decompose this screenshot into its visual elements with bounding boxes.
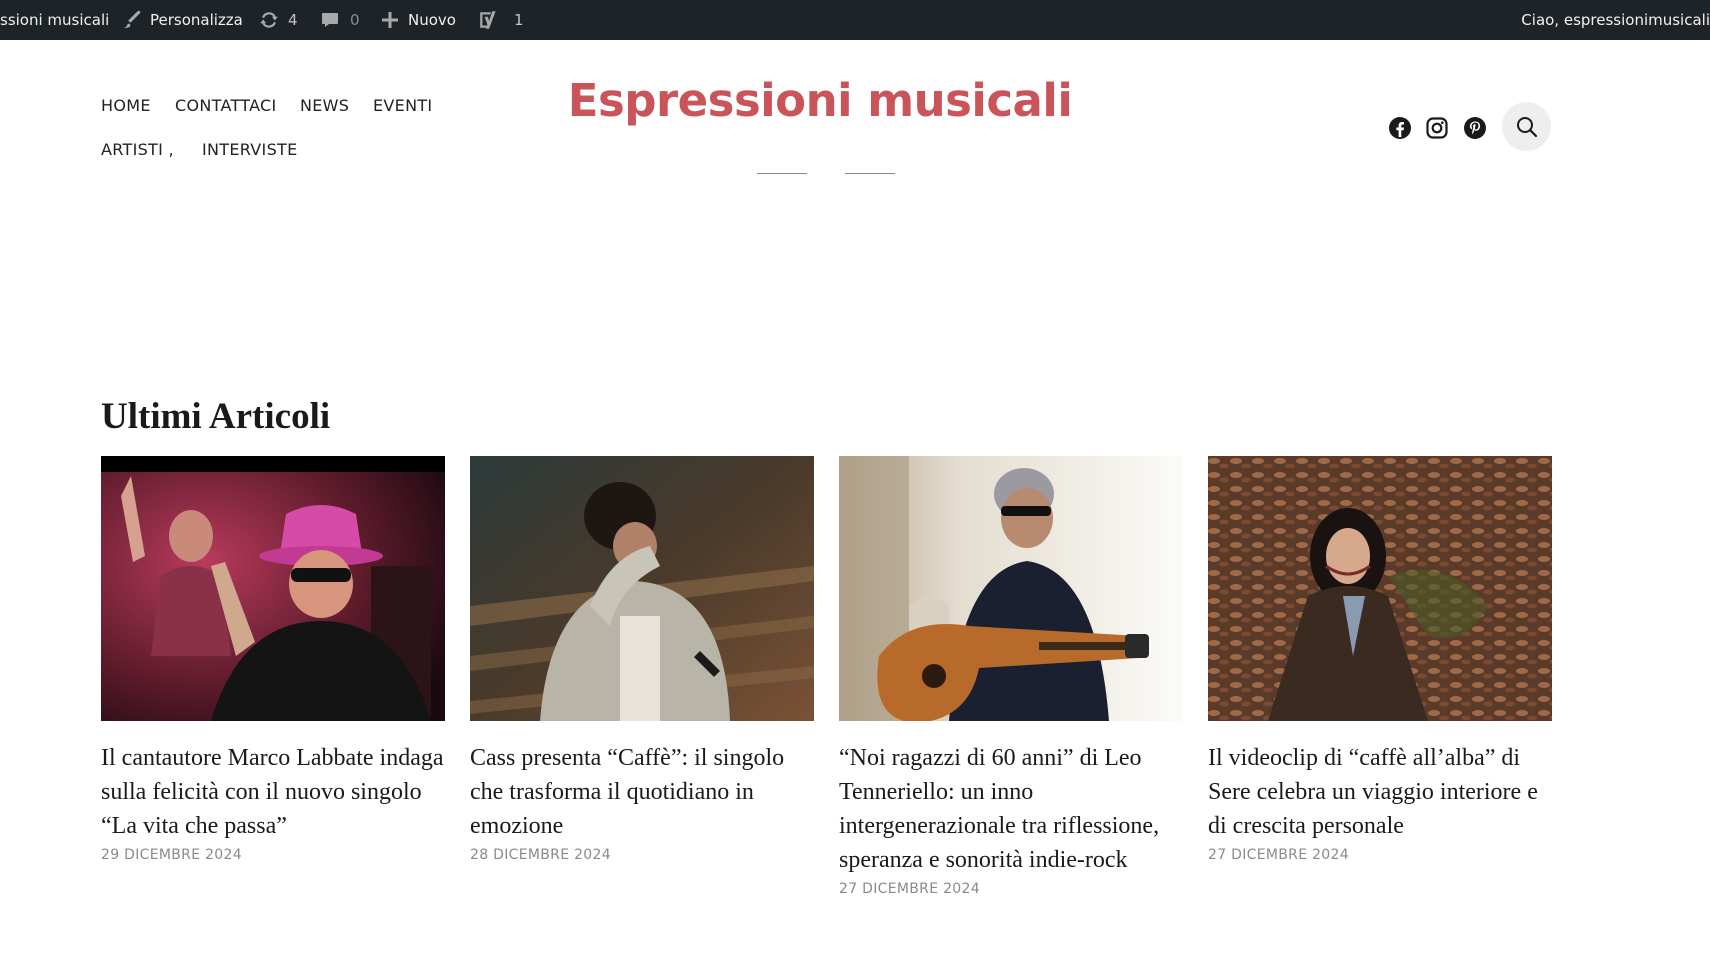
- plus-icon: [382, 12, 398, 28]
- admin-bar-updates[interactable]: 4: [258, 0, 298, 40]
- article-title[interactable]: Cass presenta “Caffè”: il singolo che tr…: [470, 741, 814, 843]
- search-icon: [1516, 116, 1537, 137]
- search-button[interactable]: [1502, 102, 1551, 151]
- greeting-label: Ciao, espressionimusicali: [1521, 11, 1710, 29]
- admin-bar-site-name[interactable]: ssioni musicali: [0, 0, 109, 40]
- section-title: Ultimi Articoli: [101, 396, 331, 437]
- yoast-count: 1: [514, 11, 524, 29]
- comment-icon: [322, 13, 338, 27]
- nav-item-home[interactable]: HOME: [101, 96, 151, 115]
- article-card: Il cantautore Marco Labbate indaga sulla…: [101, 456, 445, 863]
- site-name-label: ssioni musicali: [0, 11, 110, 29]
- article-card: Il videoclip di “caffè all’alba” di Sere…: [1208, 456, 1552, 863]
- article-date: 27 DICEMBRE 2024: [839, 881, 980, 897]
- site-title[interactable]: Espressioni musicali: [560, 74, 1080, 127]
- updates-icon: [260, 12, 278, 28]
- comments-count: 0: [350, 11, 360, 29]
- instagram-icon[interactable]: [1425, 116, 1449, 140]
- paintbrush-icon: [123, 10, 141, 29]
- article-title[interactable]: Il videoclip di “caffè all’alba” di Sere…: [1208, 741, 1552, 843]
- nav-item-artisti[interactable]: ARTISTI ,: [101, 140, 174, 159]
- article-card: Cass presenta “Caffè”: il singolo che tr…: [470, 456, 814, 863]
- new-label: Nuovo: [408, 11, 456, 29]
- pinterest-icon[interactable]: [1463, 116, 1487, 140]
- updates-count: 4: [288, 11, 298, 29]
- article-title[interactable]: Il cantautore Marco Labbate indaga sulla…: [101, 741, 445, 843]
- admin-bar-new[interactable]: Nuovo: [380, 0, 456, 40]
- admin-bar-yoast[interactable]: 1: [478, 0, 524, 40]
- article-image[interactable]: [101, 456, 445, 721]
- yoast-icon: [480, 11, 496, 29]
- admin-bar: ssioni musicali Personalizza 4 0 Nuovo 1…: [0, 0, 1710, 40]
- decorative-divider: [757, 173, 807, 174]
- article-date: 28 DICEMBRE 2024: [470, 847, 611, 863]
- article-image[interactable]: [1208, 456, 1552, 721]
- nav-item-contattaci[interactable]: CONTATTACI: [175, 96, 277, 115]
- nav-item-eventi[interactable]: EVENTI: [373, 96, 432, 115]
- nav-item-interviste[interactable]: INTERVISTE: [202, 140, 298, 159]
- article-date: 29 DICEMBRE 2024: [101, 847, 242, 863]
- customize-label: Personalizza: [150, 11, 243, 29]
- nav-item-news[interactable]: NEWS: [300, 96, 349, 115]
- article-card: “Noi ragazzi di 60 anni” di Leo Tennerie…: [839, 456, 1183, 897]
- decorative-divider: [845, 173, 895, 174]
- article-image[interactable]: [470, 456, 814, 721]
- article-title[interactable]: “Noi ragazzi di 60 anni” di Leo Tennerie…: [839, 741, 1183, 877]
- facebook-icon[interactable]: [1388, 116, 1412, 140]
- admin-bar-account[interactable]: Ciao, espressionimusicali: [1521, 0, 1710, 40]
- article-date: 27 DICEMBRE 2024: [1208, 847, 1349, 863]
- article-image[interactable]: [839, 456, 1183, 721]
- admin-bar-customize[interactable]: Personalizza: [120, 0, 243, 40]
- admin-bar-comments[interactable]: 0: [320, 0, 360, 40]
